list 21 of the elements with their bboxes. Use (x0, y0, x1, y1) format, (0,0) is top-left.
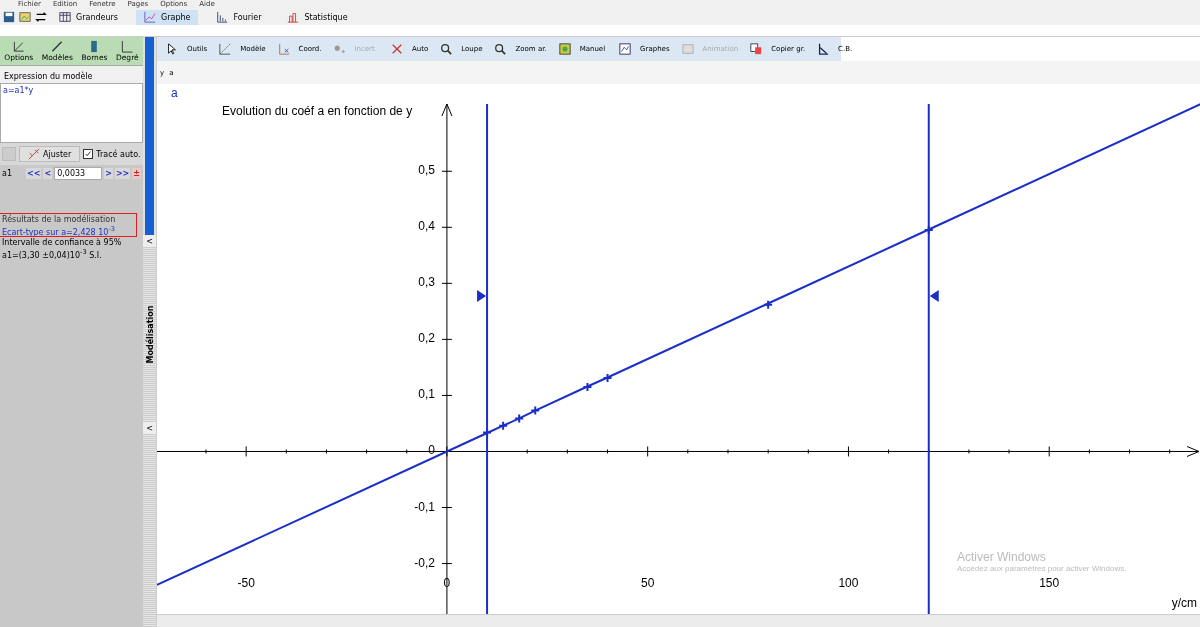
tick-label: 0,1 (418, 387, 435, 401)
axis-label: a (171, 86, 178, 100)
tick-label: 0,2 (418, 331, 435, 345)
tick-label: 0,5 (418, 162, 435, 177)
result-line: a1=(3,30 ±0,04)10$^{-3}$ S.I. (2, 247, 102, 260)
tick-label: 0,3 (418, 274, 435, 289)
results-title: Résultats de la modélisation (2, 215, 116, 224)
chart-title: Evolution du coéf a en fonction de y (222, 104, 413, 118)
tick-label: -0,2 (414, 555, 435, 570)
result-line: Ecart-type sur a=2,428 10$^{-3}$ (2, 225, 116, 237)
tick-label: 150 (1039, 576, 1060, 591)
section-label: Expression du modèle (0, 66, 143, 83)
tick-label: 0,4 (418, 218, 435, 233)
tick-label: -50 (237, 576, 255, 591)
axis-label: y/cm (1171, 596, 1197, 610)
tick-label: -0,1 (414, 499, 435, 514)
parameter-name: a1 (2, 168, 13, 178)
activation-title: Activer Windows (957, 550, 1046, 564)
tick-label: 50 (641, 576, 655, 591)
tick-label: 100 (838, 576, 859, 591)
result-line: Intervalle de confiance à 95% (2, 237, 122, 247)
